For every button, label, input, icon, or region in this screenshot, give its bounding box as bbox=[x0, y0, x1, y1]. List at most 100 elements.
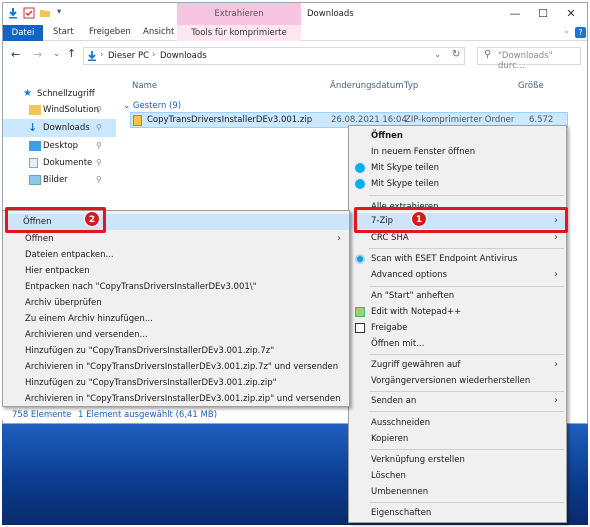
menu-item-send-to[interactable]: Senden an › bbox=[349, 393, 566, 409]
menu-separator bbox=[369, 449, 564, 450]
menu-item-open-with[interactable]: Öffnen mit... bbox=[349, 336, 566, 352]
sidebar-item-label: WindSolution bbox=[43, 105, 99, 115]
column-header-name[interactable]: Name bbox=[132, 81, 157, 91]
skype-icon bbox=[355, 163, 365, 173]
new-folder-icon[interactable] bbox=[39, 7, 51, 19]
sidebar-item-dokumente[interactable]: Dokumente ⚲ bbox=[3, 154, 116, 172]
submenu-arrow-icon: › bbox=[554, 359, 558, 370]
zip-menu-item-add-to-archive[interactable]: Zu einem Archiv hinzufügen... bbox=[3, 311, 349, 327]
breadcrumb-dieser-pc[interactable]: Dieser PC bbox=[108, 51, 149, 61]
download-arrow-icon[interactable] bbox=[7, 7, 19, 19]
tab-ansicht[interactable]: Ansicht bbox=[143, 27, 174, 37]
zip-menu-item-test-archive[interactable]: Archiv überprüfen bbox=[3, 295, 349, 311]
window-title: Downloads bbox=[307, 9, 354, 19]
breadcrumb-separator-icon: › bbox=[100, 50, 104, 60]
extract-context-label: Extrahieren bbox=[214, 9, 264, 19]
breadcrumb-downloads[interactable]: Downloads bbox=[160, 51, 207, 61]
submenu-arrow-icon: › bbox=[554, 269, 558, 280]
zip-menu-item-add-zip[interactable]: Hinzufügen zu "CopyTransDriversInstaller… bbox=[3, 375, 349, 391]
menu-item-eset-scan[interactable]: Scan with ESET Endpoint Antivirus bbox=[349, 251, 566, 267]
menu-item-rename[interactable]: Umbenennen bbox=[349, 484, 566, 500]
menu-separator bbox=[369, 195, 564, 196]
notepad-icon bbox=[355, 307, 365, 317]
address-bar[interactable]: › Dieser PC › Downloads ⌄ ↻ bbox=[83, 47, 465, 65]
sidebar-item-label: Bilder bbox=[43, 175, 68, 185]
tab-datei[interactable]: Datei bbox=[3, 25, 43, 41]
pin-icon[interactable]: ⚲ bbox=[96, 119, 102, 137]
tab-start[interactable]: Start bbox=[53, 27, 74, 37]
menu-item-restore-versions[interactable]: Vorgängerversionen wiederherstellen bbox=[349, 373, 566, 389]
menu-item-share[interactable]: Freigabe bbox=[349, 320, 566, 336]
zip-menu-item-extract-to[interactable]: Entpacken nach "CopyTransDriversInstalle… bbox=[3, 279, 349, 295]
context-menu: Öffnen In neuem Fenster öffnen Mit Skype… bbox=[348, 125, 567, 523]
menu-item-pin-start[interactable]: An "Start" anheften bbox=[349, 288, 566, 304]
menu-item-notepad[interactable]: Edit with Notepad++ bbox=[349, 304, 566, 320]
zip-menu-item-compress-zip-email[interactable]: Archivieren in "CopyTransDriversInstalle… bbox=[3, 391, 349, 407]
tab-freigeben[interactable]: Freigeben bbox=[89, 27, 131, 37]
menu-item-copy[interactable]: Kopieren bbox=[349, 431, 566, 447]
breadcrumb-separator-icon: › bbox=[152, 50, 156, 60]
menu-item-open-new-window[interactable]: In neuem Fenster öffnen bbox=[349, 144, 566, 160]
tab-tools-compressed[interactable]: Tools für komprimierte Ordner bbox=[177, 25, 301, 54]
pin-icon[interactable]: ⚲ bbox=[96, 101, 102, 119]
zip-menu-item-extract-here[interactable]: Hier entpacken bbox=[3, 263, 349, 279]
back-arrow-icon[interactable]: ← bbox=[11, 48, 20, 61]
status-count: 758 Elemente bbox=[12, 410, 72, 420]
sidebar-item-windsolution[interactable]: WindSolution ⚲ bbox=[3, 101, 116, 119]
column-header-type[interactable]: Typ bbox=[404, 81, 418, 91]
file-date: 26.08.2021 16:04 bbox=[331, 115, 407, 125]
zip-menu-item-compress-email[interactable]: Archivieren und versenden... bbox=[3, 327, 349, 343]
zip-menu-item-open-sub[interactable]: Öffnen › bbox=[3, 231, 349, 247]
eset-icon bbox=[355, 254, 365, 264]
status-selection: 1 Element ausgewählt (6,41 MB) bbox=[78, 410, 218, 420]
menu-item-share-skype[interactable]: Mit Skype teilen bbox=[349, 160, 566, 176]
address-row: ← → ⌄ ↑ › Dieser PC › Downloads ⌄ ↻ ⚲ "D… bbox=[3, 41, 587, 71]
group-header[interactable]: ⌄ Gestern (9) bbox=[123, 101, 181, 111]
zip-menu-item-add-7z[interactable]: Hinzufügen zu "CopyTransDriversInstaller… bbox=[3, 343, 349, 359]
menu-item-cut[interactable]: Ausschneiden bbox=[349, 415, 566, 431]
menu-item-open[interactable]: Öffnen bbox=[349, 128, 566, 144]
search-icon: ⚲ bbox=[484, 49, 492, 60]
menu-separator bbox=[369, 354, 564, 355]
zip-menu-item-extract-files[interactable]: Dateien entpacken... bbox=[3, 247, 349, 263]
search-placeholder: "Downloads" durc... bbox=[498, 51, 553, 71]
pin-icon[interactable]: ⚲ bbox=[96, 171, 102, 189]
folder-icon bbox=[29, 105, 41, 115]
menu-item-share-skype-2[interactable]: Mit Skype teilen bbox=[349, 176, 566, 192]
maximize-button[interactable]: ☐ bbox=[531, 5, 555, 23]
address-dropdown-icon[interactable]: ⌄ bbox=[434, 50, 441, 60]
callout-badge-1: 1 bbox=[411, 211, 427, 227]
menu-separator bbox=[369, 248, 564, 249]
zip-folder-icon bbox=[133, 115, 142, 126]
menu-item-properties[interactable]: Eigenschaften bbox=[349, 505, 566, 521]
close-button[interactable]: ✕ bbox=[559, 5, 583, 23]
quick-access-dropdown-icon[interactable]: ▾ bbox=[57, 7, 61, 17]
properties-check-icon[interactable] bbox=[23, 7, 35, 19]
share-icon bbox=[355, 323, 365, 333]
column-header-size[interactable]: Größe bbox=[518, 81, 544, 91]
menu-item-advanced-options[interactable]: Advanced options › bbox=[349, 267, 566, 283]
desktop-icon bbox=[29, 141, 41, 151]
pictures-icon bbox=[29, 175, 41, 185]
pin-icon[interactable]: ⚲ bbox=[96, 137, 102, 155]
refresh-icon[interactable]: ↻ bbox=[452, 49, 460, 60]
pin-icon[interactable]: ⚲ bbox=[96, 154, 102, 172]
sidebar-item-bilder[interactable]: Bilder ⚲ bbox=[3, 171, 116, 189]
sidebar-item-downloads[interactable]: ↓ Downloads ⚲ bbox=[3, 119, 116, 137]
sidebar-item-desktop[interactable]: Desktop ⚲ bbox=[3, 137, 116, 155]
ribbon-expand-icon[interactable]: ⌄ bbox=[563, 26, 570, 36]
column-header-date[interactable]: Änderungsdatum bbox=[330, 81, 404, 91]
zip-menu-item-compress-7z-email[interactable]: Archivieren in "CopyTransDriversInstalle… bbox=[3, 359, 349, 375]
recent-dropdown-icon[interactable]: ⌄ bbox=[53, 49, 60, 59]
search-input[interactable]: ⚲ "Downloads" durc... bbox=[477, 47, 581, 71]
menu-item-create-shortcut[interactable]: Verknüpfung erstellen bbox=[349, 452, 566, 468]
menu-item-delete[interactable]: Löschen bbox=[349, 468, 566, 484]
menu-item-grant-access[interactable]: Zugriff gewähren auf › bbox=[349, 357, 566, 373]
menu-separator bbox=[369, 411, 564, 412]
help-icon[interactable]: ? bbox=[575, 27, 586, 38]
up-arrow-icon[interactable]: ↑ bbox=[67, 47, 76, 60]
minimize-button[interactable]: — bbox=[503, 5, 527, 23]
title-bar: ▾ Extrahieren Downloads — ☐ ✕ bbox=[3, 3, 587, 25]
submenu-arrow-icon: › bbox=[337, 233, 341, 244]
forward-arrow-icon[interactable]: → bbox=[33, 48, 42, 61]
